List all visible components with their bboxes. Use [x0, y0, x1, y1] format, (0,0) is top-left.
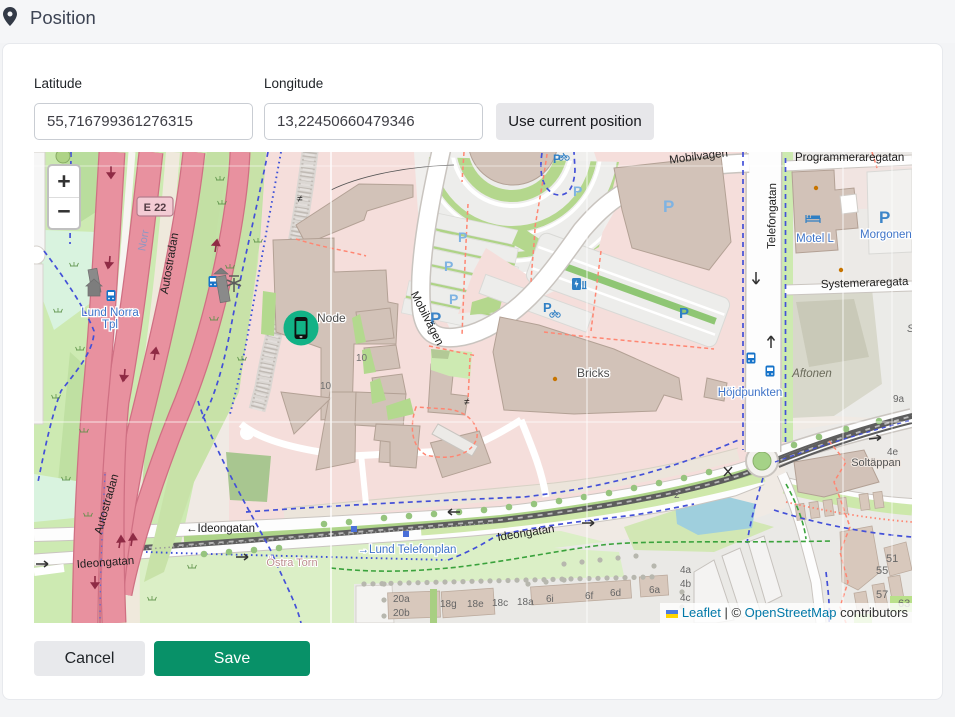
svg-text:Soltäppan: Soltäppan [851, 457, 901, 469]
svg-text:→Lund Telefonplan: →Lund Telefonplan [358, 544, 457, 556]
svg-text:Aftonen: Aftonen [791, 368, 832, 380]
svg-text:20a: 20a [393, 594, 410, 605]
svg-text:Bricks: Bricks [577, 366, 610, 380]
svg-text:4e: 4e [887, 447, 899, 458]
svg-text:10: 10 [320, 381, 332, 392]
svg-text:Programmeraregatan: Programmeraregatan [795, 152, 904, 164]
svg-text:Node: Node [317, 311, 346, 325]
svg-text:P: P [444, 258, 453, 274]
svg-text:Lund Norra: Lund Norra [81, 307, 139, 319]
svg-text:9a: 9a [893, 394, 905, 405]
svg-text:P: P [449, 291, 458, 307]
svg-text:55: 55 [876, 565, 888, 577]
svg-text:P: P [879, 208, 890, 227]
svg-text:E 22: E 22 [144, 202, 167, 214]
svg-text:Höjdpunkten: Höjdpunkten [718, 387, 783, 399]
svg-text:Tpl: Tpl [102, 319, 118, 331]
svg-text:P: P [679, 305, 689, 322]
svg-text:51: 51 [886, 553, 898, 565]
svg-text:18c: 18c [492, 598, 508, 609]
svg-text:57: 57 [876, 589, 888, 601]
svg-text:10: 10 [356, 353, 368, 364]
svg-text:20c: 20c [390, 622, 406, 623]
svg-text:4a: 4a [680, 565, 692, 576]
svg-text:6a: 6a [649, 585, 661, 596]
svg-text:≠: ≠ [297, 194, 303, 205]
svg-text:P: P [458, 229, 467, 245]
svg-text:18e: 18e [467, 599, 484, 610]
svg-text:≠: ≠ [464, 397, 470, 408]
svg-text:6f: 6f [585, 591, 594, 602]
svg-text:2: 2 [674, 490, 680, 501]
svg-text:P: P [663, 197, 674, 216]
svg-text:S: S [907, 323, 912, 335]
svg-text:6d: 6d [610, 588, 621, 599]
svg-text:P: P [553, 152, 561, 166]
svg-text:Telefongatan: Telefongatan [766, 183, 779, 249]
svg-text:Östra Torn: Östra Torn [266, 557, 317, 569]
svg-text:18g: 18g [440, 599, 457, 610]
svg-text:20b: 20b [393, 608, 410, 619]
svg-text:Morgonen: Morgonen [860, 229, 912, 241]
svg-text:P: P [573, 183, 582, 199]
svg-text:4b: 4b [680, 579, 692, 590]
svg-text:Motel L: Motel L [796, 233, 834, 245]
svg-text:6i: 6i [546, 594, 554, 605]
svg-text:18a: 18a [517, 597, 534, 608]
svg-text:←Ideongatan: ←Ideongatan [186, 523, 255, 535]
